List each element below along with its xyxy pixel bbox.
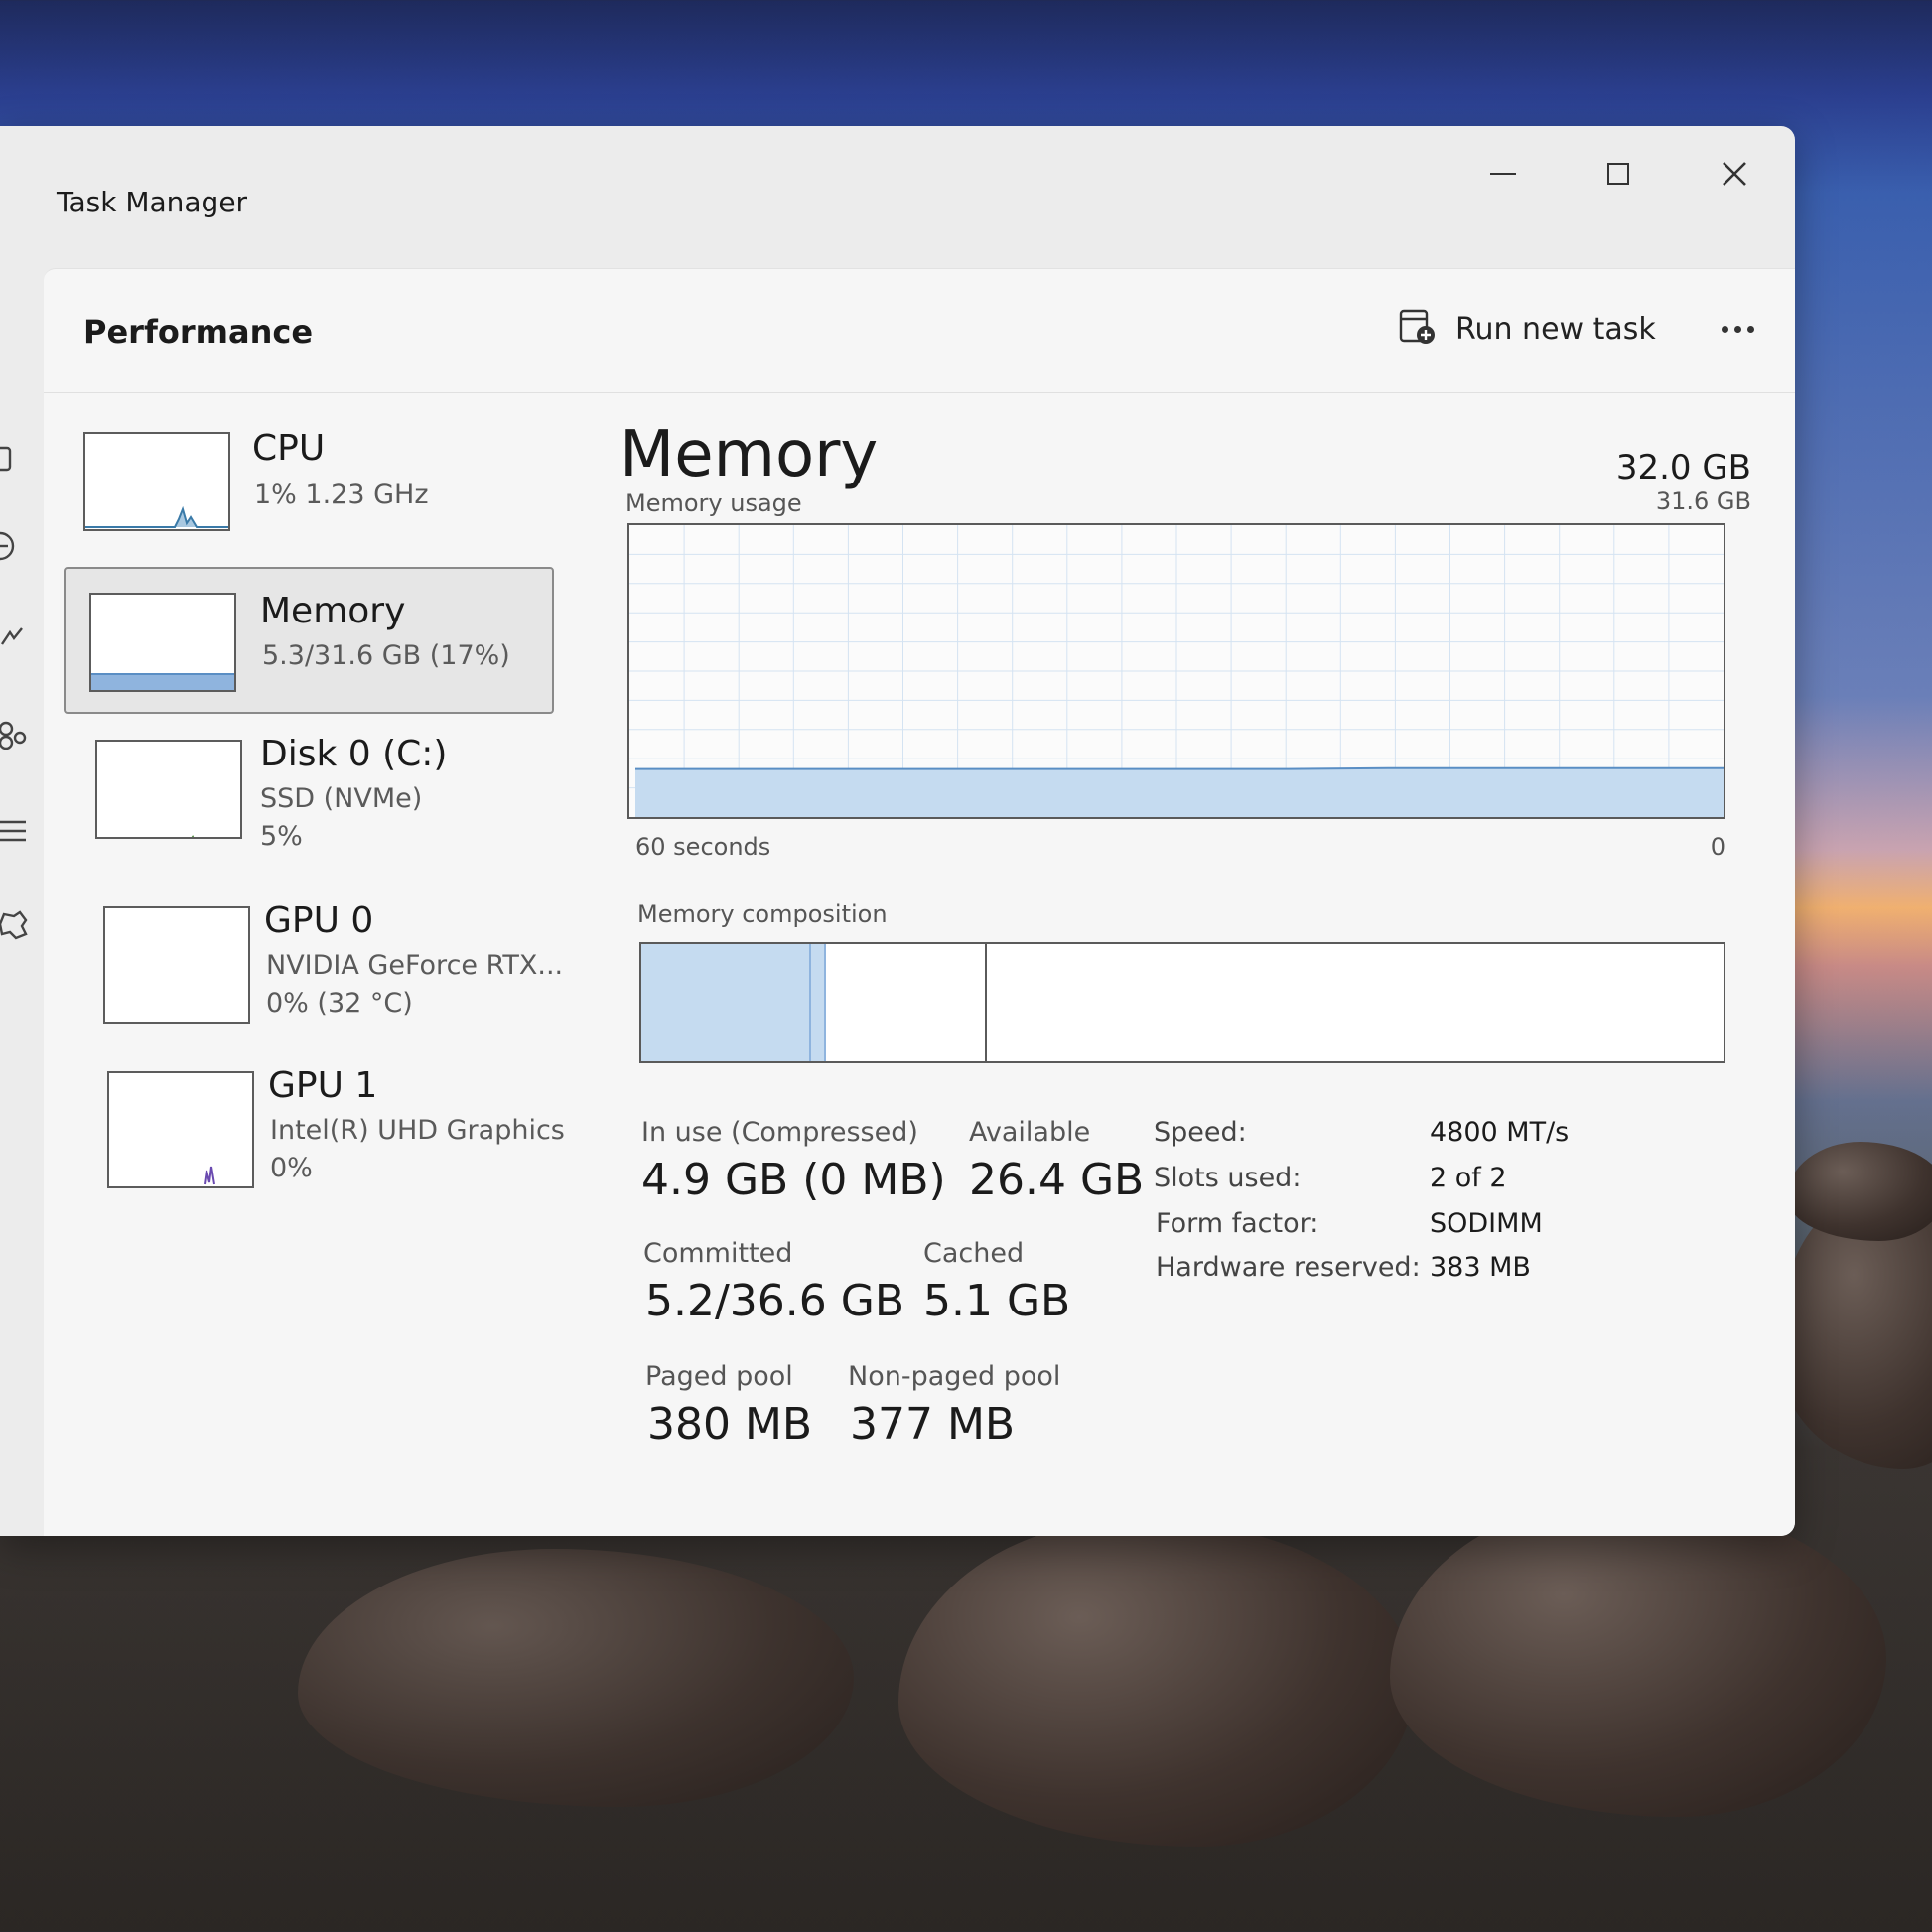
navigation-rail [0,265,44,1536]
available-value: 26.4 GB [969,1155,1145,1205]
sidebar-item-gpu0[interactable]: GPU 0 NVIDIA GeForce RTX... 0% (32 °C) [64,893,563,1032]
sidebar-item-detail: 1% 1.23 GHz [254,480,429,510]
window-title: Task Manager [57,186,248,218]
disk-thumbnail-graph [95,740,242,839]
form-factor-label: Form factor: [1156,1208,1319,1239]
sidebar-item-detail: 5% [260,821,303,852]
memory-usage-area [635,767,1724,817]
sidebar-item-detail: 0% [270,1153,313,1183]
run-new-task-button[interactable]: Run new task [1398,303,1656,354]
processes-icon[interactable] [0,444,30,474]
slots-used-value: 2 of 2 [1430,1163,1507,1193]
gpu1-thumbnail-graph [107,1071,254,1188]
header-divider [44,392,1795,393]
sidebar-item-disk[interactable]: Disk 0 (C:) SSD (NVMe) 5% [64,726,554,865]
sidebar-item-detail: Intel(R) UHD Graphics [270,1115,565,1146]
in-use-label: In use (Compressed) [641,1117,918,1148]
committed-value: 5.2/36.6 GB [645,1276,905,1326]
paged-pool-label: Paged pool [645,1361,793,1392]
background-rock [298,1549,854,1807]
title-bar: Task Manager [0,126,1795,265]
speed-label: Speed: [1154,1117,1247,1148]
users-icon[interactable] [0,720,30,751]
sidebar-item-label: CPU [252,428,326,469]
background-rock [898,1519,1415,1847]
memory-usage-line [635,766,1724,770]
sidebar-item-label: GPU 1 [268,1065,378,1106]
committed-label: Committed [643,1238,793,1269]
page-title: Performance [83,313,314,350]
memory-usage-graph [627,523,1725,819]
hardware-reserved-label: Hardware reserved: [1156,1252,1421,1283]
startup-apps-icon[interactable] [0,622,30,652]
non-paged-pool-value: 377 MB [850,1399,1016,1449]
sidebar-item-detail: 0% (32 °C) [266,988,413,1019]
non-paged-pool-label: Non-paged pool [848,1361,1061,1392]
time-axis-right-label: 0 [1710,833,1725,861]
memory-composition-label: Memory composition [637,900,888,928]
services-icon[interactable] [0,910,30,940]
speed-value: 4800 MT/s [1430,1117,1570,1148]
minimize-icon[interactable] [1473,144,1533,204]
task-manager-window: Task Manager Performance Run new task CP… [0,126,1795,1536]
memory-usage-max: 31.6 GB [1655,487,1751,515]
time-axis-left-label: 60 seconds [635,833,771,861]
app-history-icon[interactable] [0,531,30,561]
performance-pane: Performance Run new task CPU 1% 1.23 GHz [44,268,1795,1536]
hardware-reserved-value: 383 MB [1430,1252,1531,1283]
memory-thumbnail-graph [89,593,236,692]
sidebar-item-detail: 5.3/31.6 GB (17%) [262,640,510,671]
run-new-task-label: Run new task [1455,311,1656,346]
gpu0-thumbnail-graph [103,906,250,1024]
form-factor-value: SODIMM [1430,1208,1543,1239]
memory-composition-bar [639,942,1725,1063]
memory-usage-label: Memory usage [625,489,802,517]
cached-label: Cached [923,1238,1025,1269]
background-rock [1390,1499,1886,1817]
sidebar-item-label: Memory [260,591,406,631]
composition-in-use-segment [641,944,809,1061]
resource-list: CPU 1% 1.23 GHz Memory 5.3/31.6 GB (17%)… [64,418,565,1510]
background-rock [1787,1142,1932,1241]
run-task-icon [1398,307,1438,350]
sidebar-item-gpu1[interactable]: GPU 1 Intel(R) UHD Graphics 0% [64,1057,565,1196]
sidebar-item-detail: SSD (NVMe) [260,783,423,814]
sidebar-item-label: GPU 0 [264,900,374,941]
memory-detail-panel: Memory 32.0 GB Memory usage 31.6 GB 60 s… [620,418,1751,1510]
details-icon[interactable] [0,816,30,846]
maximize-icon[interactable] [1588,144,1648,204]
more-icon[interactable] [1708,303,1767,354]
paged-pool-value: 380 MB [647,1399,813,1449]
cpu-thumbnail-graph [83,432,230,531]
memory-total: 32.0 GB [1615,448,1751,487]
close-icon[interactable] [1705,144,1764,204]
sidebar-item-label: Disk 0 (C:) [260,734,448,774]
cached-value: 5.1 GB [923,1276,1071,1326]
memory-heading: Memory [620,418,879,491]
memory-usage-chart [629,525,1724,817]
sidebar-item-detail: NVIDIA GeForce RTX... [266,950,564,981]
sidebar-item-cpu[interactable]: CPU 1% 1.23 GHz [64,418,554,565]
sidebar-item-memory[interactable]: Memory 5.3/31.6 GB (17%) [64,567,554,714]
composition-standby-segment [822,944,987,1061]
available-label: Available [969,1117,1091,1148]
slots-used-label: Slots used: [1154,1163,1302,1193]
in-use-value: 4.9 GB (0 MB) [641,1155,946,1205]
